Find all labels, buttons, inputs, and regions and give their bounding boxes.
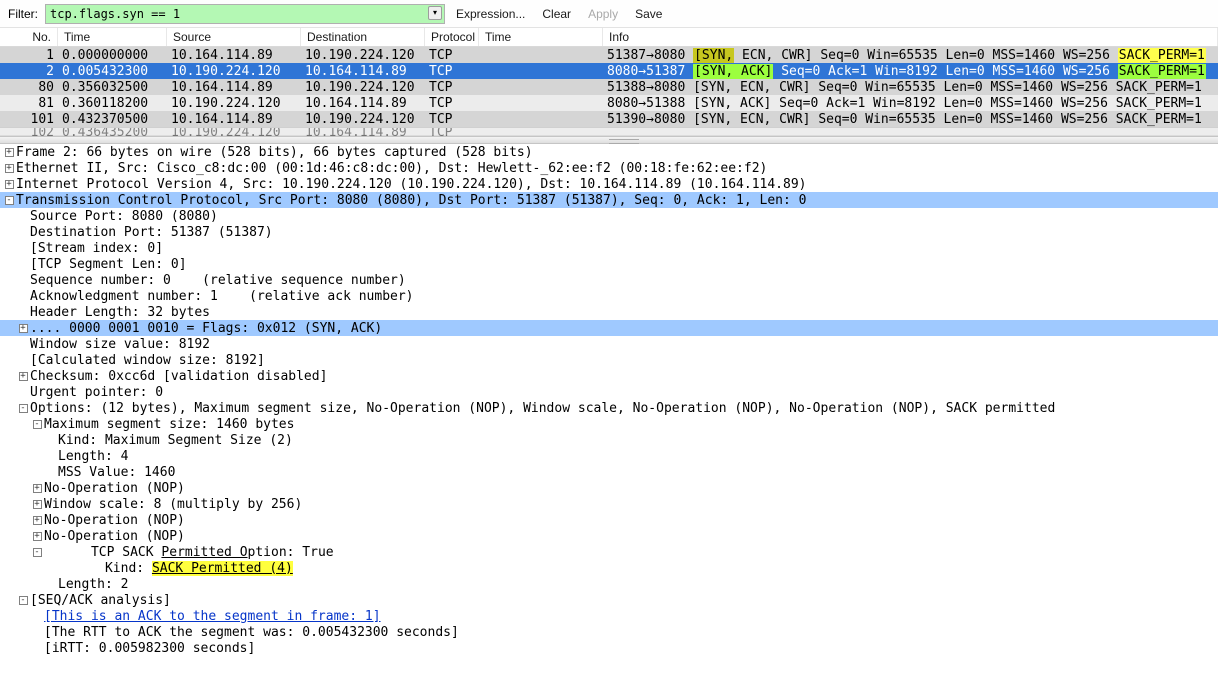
col-protocol[interactable]: Protocol: [425, 28, 479, 46]
filter-toolbar: Filter: ▾ Expression... Clear Apply Save: [0, 0, 1218, 28]
expand-icon[interactable]: +: [2, 148, 16, 157]
rtt-value[interactable]: [The RTT to ACK the segment was: 0.00543…: [44, 625, 459, 640]
expand-icon[interactable]: +: [30, 500, 44, 509]
packet-row[interactable]: 800.35603250010.164.114.8910.190.224.120…: [0, 79, 1218, 95]
tcp-flags[interactable]: .... 0000 0001 0010 = Flags: 0x012 (SYN,…: [30, 321, 382, 336]
col-time[interactable]: Time: [58, 28, 167, 46]
expand-icon[interactable]: +: [16, 372, 30, 381]
filter-label: Filter:: [4, 7, 40, 21]
expand-icon[interactable]: +: [2, 180, 16, 189]
irtt-value[interactable]: [iRTT: 0.005982300 seconds]: [44, 641, 255, 656]
packet-details[interactable]: +Frame 2: 66 bytes on wire (528 bits), 6…: [0, 144, 1218, 659]
tcp-stream-index[interactable]: [Stream index: 0]: [30, 241, 163, 256]
packet-row[interactable]: 20.00543230010.190.224.12010.164.114.89T…: [0, 63, 1218, 79]
tcp-window-scale[interactable]: Window scale: 8 (multiply by 256): [44, 497, 302, 512]
packet-row[interactable]: 10.00000000010.164.114.8910.190.224.120T…: [0, 47, 1218, 63]
tcp-checksum[interactable]: Checksum: 0xcc6d [validation disabled]: [30, 369, 327, 384]
tcp-segment-len[interactable]: [TCP Segment Len: 0]: [30, 257, 187, 272]
tcp-mss-length[interactable]: Length: 4: [58, 449, 128, 464]
ip-summary[interactable]: Internet Protocol Version 4, Src: 10.190…: [16, 177, 807, 192]
pane-splitter[interactable]: [0, 136, 1218, 144]
apply-button[interactable]: Apply: [582, 5, 624, 23]
tcp-mss-value[interactable]: MSS Value: 1460: [58, 465, 175, 480]
collapse-icon[interactable]: -: [16, 596, 30, 605]
collapse-icon[interactable]: -: [30, 420, 44, 429]
col-info[interactable]: Info: [603, 28, 1218, 46]
col-destination[interactable]: Destination: [301, 28, 425, 46]
tcp-mss[interactable]: Maximum segment size: 1460 bytes: [44, 417, 294, 432]
ack-to-frame-link[interactable]: [This is an ACK to the segment in frame:…: [44, 609, 381, 624]
col-time2[interactable]: Time: [479, 28, 603, 46]
tcp-urgent[interactable]: Urgent pointer: 0: [30, 385, 163, 400]
packet-row[interactable]: 1010.43237050010.164.114.8910.190.224.12…: [0, 111, 1218, 127]
packet-list[interactable]: 10.00000000010.164.114.8910.190.224.120T…: [0, 47, 1218, 127]
tcp-src-port[interactable]: Source Port: 8080 (8080): [30, 209, 218, 224]
tcp-header-len[interactable]: Header Length: 32 bytes: [30, 305, 210, 320]
tcp-sack-length[interactable]: Length: 2: [58, 577, 128, 592]
tcp-nop1[interactable]: No-Operation (NOP): [44, 481, 185, 496]
tcp-summary[interactable]: Transmission Control Protocol, Src Port:…: [16, 193, 807, 208]
packet-list-header: No. Time Source Destination Protocol Tim…: [0, 28, 1218, 47]
tcp-nop2[interactable]: No-Operation (NOP): [44, 513, 185, 528]
expand-icon[interactable]: +: [30, 484, 44, 493]
tcp-ack[interactable]: Acknowledgment number: 1 (relative ack n…: [30, 289, 414, 304]
save-button[interactable]: Save: [629, 5, 668, 23]
tcp-calc-window[interactable]: [Calculated window size: 8192]: [30, 353, 265, 368]
collapse-icon[interactable]: -: [16, 404, 30, 413]
expression-button[interactable]: Expression...: [450, 5, 531, 23]
tcp-mss-kind[interactable]: Kind: Maximum Segment Size (2): [58, 433, 293, 448]
frame-summary[interactable]: Frame 2: 66 bytes on wire (528 bits), 66…: [16, 145, 533, 160]
chevron-down-icon[interactable]: ▾: [428, 6, 442, 20]
seq-ack-analysis[interactable]: [SEQ/ACK analysis]: [30, 593, 171, 608]
tcp-options[interactable]: Options: (12 bytes), Maximum segment siz…: [30, 401, 1055, 416]
expand-icon[interactable]: +: [16, 324, 30, 333]
col-source[interactable]: Source: [167, 28, 301, 46]
expand-icon[interactable]: +: [30, 532, 44, 541]
tcp-seq[interactable]: Sequence number: 0 (relative sequence nu…: [30, 273, 406, 288]
tcp-window[interactable]: Window size value: 8192: [30, 337, 210, 352]
filter-input[interactable]: [45, 4, 445, 24]
ethernet-summary[interactable]: Ethernet II, Src: Cisco_c8:dc:00 (00:1d:…: [16, 161, 767, 176]
col-no[interactable]: No.: [0, 28, 58, 46]
packet-row-cut: 1020.43643520010.190.224.12010.164.114.8…: [0, 127, 1218, 136]
expand-icon[interactable]: +: [2, 164, 16, 173]
packet-row[interactable]: 810.36011820010.190.224.12010.164.114.89…: [0, 95, 1218, 111]
tcp-dst-port[interactable]: Destination Port: 51387 (51387): [30, 225, 273, 240]
expand-icon[interactable]: +: [30, 516, 44, 525]
collapse-icon[interactable]: -: [2, 196, 16, 205]
filter-combo[interactable]: ▾: [45, 4, 445, 24]
clear-button[interactable]: Clear: [536, 5, 577, 23]
collapse-icon[interactable]: -: [30, 548, 44, 557]
